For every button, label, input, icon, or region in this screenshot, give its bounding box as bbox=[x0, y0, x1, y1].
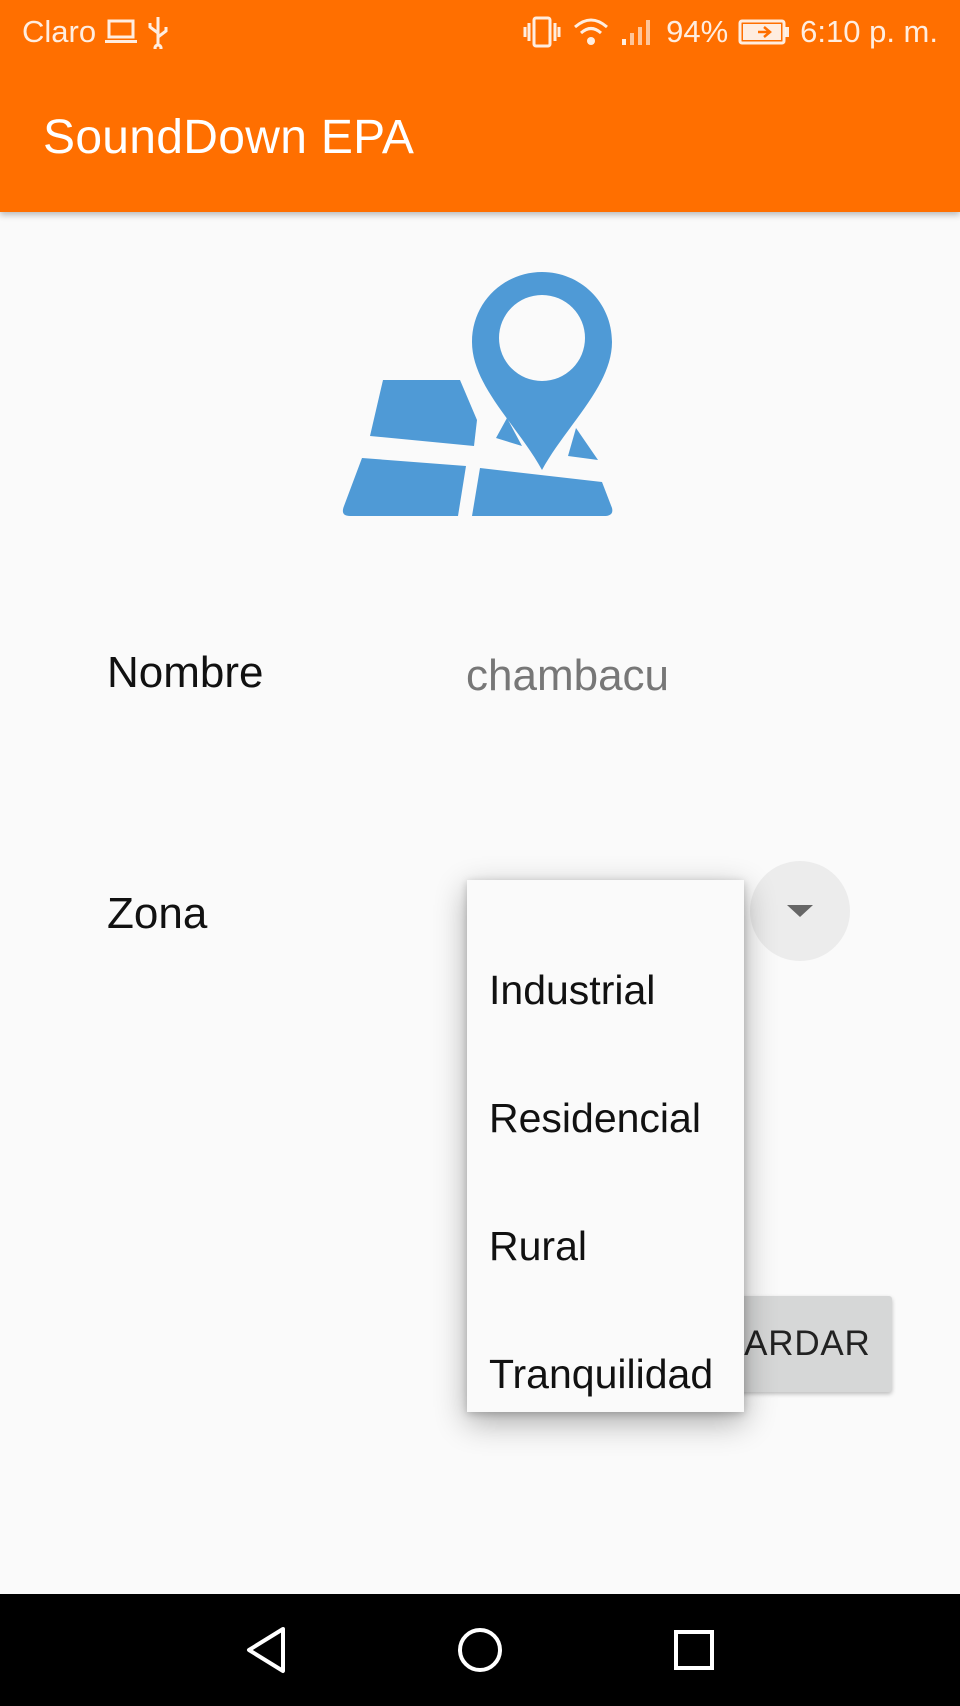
dropdown-item-residencial[interactable]: Residencial bbox=[467, 1054, 744, 1182]
laptop-icon bbox=[104, 18, 138, 46]
home-icon bbox=[458, 1628, 502, 1672]
zona-spinner[interactable] bbox=[750, 861, 850, 961]
dropdown-item-rural[interactable]: Rural bbox=[467, 1182, 744, 1310]
zona-dropdown[interactable]: Comercial Industrial Residencial Rural T… bbox=[467, 880, 744, 1412]
battery-percent: 94% bbox=[666, 14, 729, 49]
battery-charging-icon bbox=[738, 18, 790, 46]
dropdown-list: Comercial Industrial Residencial Rural T… bbox=[467, 880, 744, 1412]
carrier-text: Claro bbox=[22, 14, 97, 49]
dropdown-item-tranquilidad[interactable]: Tranquilidad bbox=[467, 1310, 744, 1412]
nombre-input[interactable] bbox=[466, 646, 826, 706]
nombre-label: Nombre bbox=[107, 648, 264, 697]
app-title: SoundDown EPA bbox=[43, 111, 415, 164]
wifi-icon bbox=[572, 16, 610, 48]
app-bar: Claro 94% 6:10 p. m. SoundDown EPA bbox=[0, 0, 960, 212]
back-button[interactable] bbox=[236, 1620, 296, 1680]
clock-time: 6:10 p. m. bbox=[800, 14, 938, 49]
navigation-bar bbox=[0, 1594, 960, 1706]
vibrate-icon bbox=[522, 15, 562, 49]
arrow-drop-down-icon bbox=[787, 905, 813, 917]
map-location-icon bbox=[342, 272, 613, 516]
home-button[interactable] bbox=[450, 1620, 510, 1680]
dropdown-item-industrial[interactable]: Industrial bbox=[467, 926, 744, 1054]
back-icon bbox=[247, 1627, 285, 1673]
zona-label: Zona bbox=[107, 889, 208, 938]
recents-icon bbox=[674, 1630, 714, 1670]
recents-button[interactable] bbox=[664, 1620, 724, 1680]
status-bar: Claro 94% 6:10 p. m. bbox=[0, 0, 960, 68]
usb-icon bbox=[146, 15, 170, 49]
dropdown-item-comercial[interactable]: Comercial bbox=[467, 880, 744, 926]
signal-icon bbox=[620, 17, 656, 47]
